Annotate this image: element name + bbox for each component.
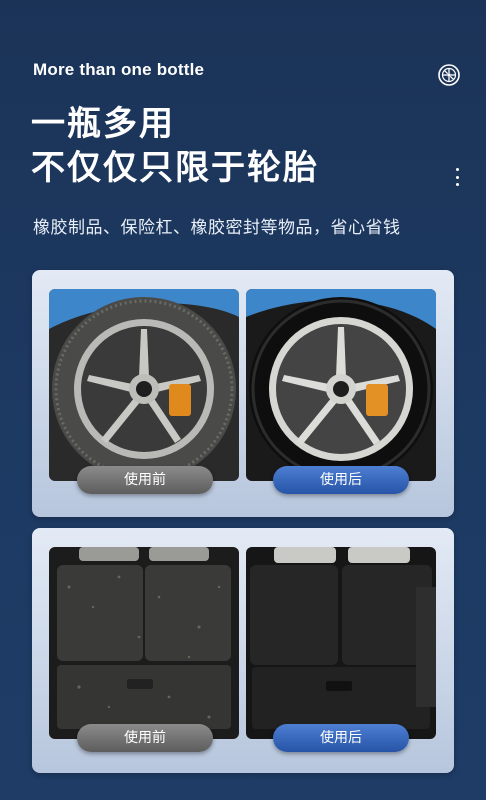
before-label: 使用前 xyxy=(77,466,213,494)
kebab-menu-icon[interactable] xyxy=(452,168,462,186)
description: 橡胶制品、保险杠、橡胶密封等物品，省心省钱 xyxy=(33,218,401,238)
comparison-card-trunk: 使用前 使用后 xyxy=(32,528,454,773)
tire-before-photo xyxy=(49,289,239,481)
wheel-icon xyxy=(438,64,460,86)
after-label: 使用后 xyxy=(273,466,409,494)
subtitle-en: More than one bottle xyxy=(33,60,205,79)
after-label: 使用后 xyxy=(273,724,409,752)
headline-line1: 一瓶多用 xyxy=(31,104,175,144)
comparison-card-tire: 使用前 使用后 xyxy=(32,270,454,517)
trunk-after-photo xyxy=(246,547,436,739)
tire-after-photo xyxy=(246,289,436,481)
trunk-before-photo xyxy=(49,547,239,739)
headline-line2: 不仅仅只限于轮胎 xyxy=(31,148,319,188)
before-label: 使用前 xyxy=(77,724,213,752)
